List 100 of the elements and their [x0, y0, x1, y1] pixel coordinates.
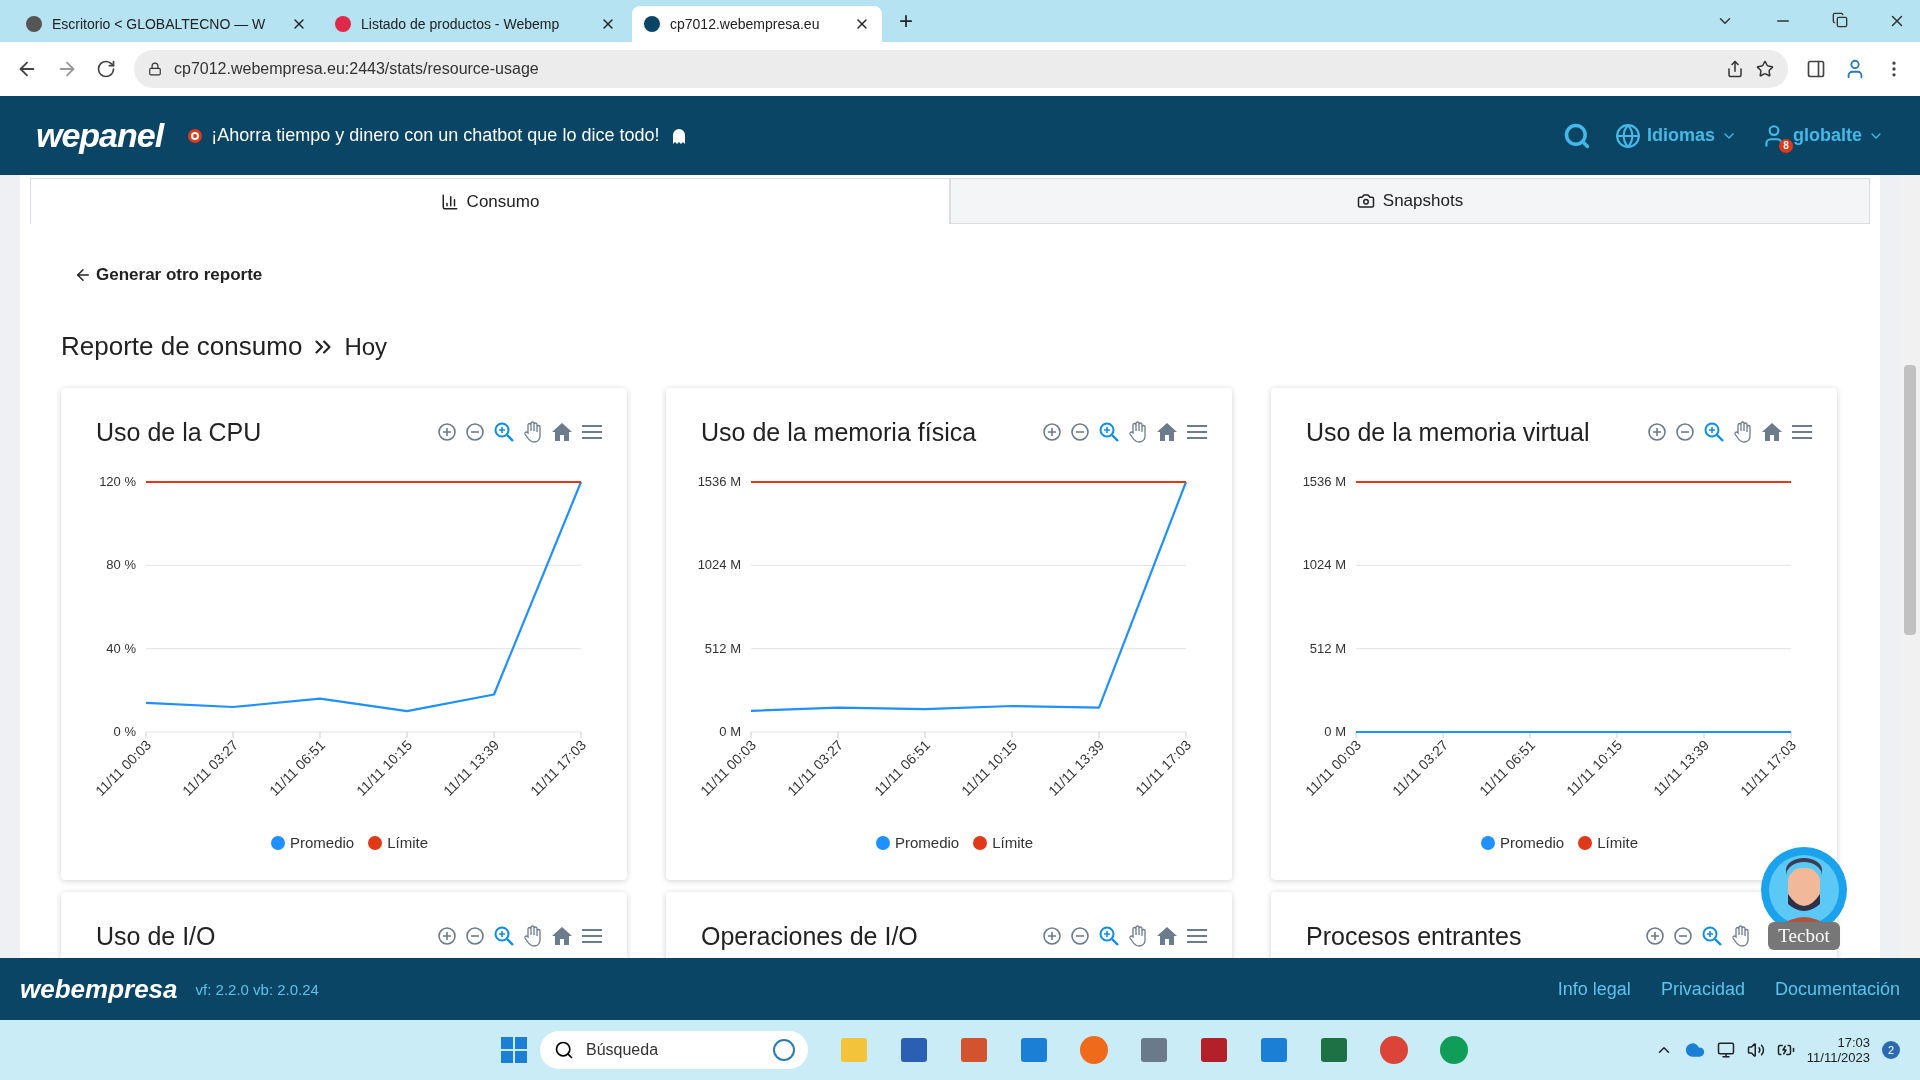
zoom-in-icon[interactable]	[1647, 422, 1667, 442]
axis-label: 1024 M	[1302, 557, 1346, 573]
page-heading: Reporte de consumo	[61, 331, 303, 362]
reload-icon[interactable]	[96, 59, 116, 79]
period-label: Hoy	[344, 332, 388, 361]
axis-label: 0 M	[1324, 724, 1346, 739]
back-link[interactable]: Generar otro reporte	[74, 265, 263, 285]
axis-label: 40 %	[106, 640, 136, 656]
camera-icon	[1356, 192, 1375, 210]
search-field[interactable]: Búsqueda	[540, 1031, 808, 1069]
home-icon[interactable]	[1156, 926, 1178, 946]
footer-link[interactable]: Info legal	[1557, 978, 1631, 1000]
axis-label: 1536 M	[1302, 474, 1346, 489]
hand-icon[interactable]	[523, 421, 543, 443]
browser-tab[interactable]: cp7012.webempresa.eu	[632, 6, 882, 42]
notification-badge: 8	[1779, 138, 1793, 153]
lock-icon	[148, 62, 162, 76]
hand-icon[interactable]	[523, 925, 543, 947]
axis-label: 1536 M	[697, 474, 741, 489]
url-text: cp7012.webempresa.eu:2443/stats/resource-usage	[174, 60, 539, 78]
axis-label: 512 M	[704, 640, 741, 656]
axis-label: 1024 M	[697, 557, 741, 573]
menu-icon[interactable]	[1186, 423, 1208, 441]
chart-title: Procesos entrantes	[1306, 921, 1522, 951]
tab[interactable]: Consumo	[30, 178, 950, 224]
chatbot-label[interactable]: Tecbot	[1768, 922, 1840, 950]
zoom-in-icon[interactable]	[1042, 422, 1062, 442]
tab[interactable]: Snapshots	[950, 178, 1870, 224]
magnifier-icon[interactable]	[1098, 925, 1120, 947]
hand-icon[interactable]	[1128, 421, 1148, 443]
side-panel-icon[interactable]	[1806, 59, 1826, 79]
menu-icon[interactable]	[581, 927, 603, 945]
hand-icon[interactable]	[1733, 421, 1753, 443]
menu-icon[interactable]	[1791, 423, 1813, 441]
zoom-out-icon[interactable]	[465, 422, 485, 442]
restore-icon[interactable]	[1832, 12, 1848, 28]
hand-icon[interactable]	[1731, 925, 1751, 947]
speaker-icon[interactable]	[1746, 1041, 1765, 1059]
search-icon[interactable]	[1562, 121, 1591, 150]
site-icon	[335, 16, 351, 32]
language-menu[interactable]: Idiomas	[1614, 122, 1737, 149]
legend-item[interactable]: Promedio	[270, 834, 355, 851]
notification-badge[interactable]: 2	[1882, 1041, 1900, 1059]
zoom-out-icon[interactable]	[1070, 926, 1090, 946]
chart-title: Uso de I/O	[96, 921, 216, 951]
browser-tab[interactable]: Escritorio < GLOBALTECNO — W	[14, 6, 319, 42]
search-icon	[554, 1040, 574, 1060]
ghost-icon	[671, 126, 688, 145]
zoom-in-icon[interactable]	[437, 926, 457, 946]
site-icon	[26, 16, 42, 32]
zoom-out-icon[interactable]	[1673, 926, 1693, 946]
legend-item[interactable]: Límite	[368, 834, 429, 851]
axis-label: 80 %	[106, 557, 136, 573]
zoom-in-icon[interactable]	[1042, 926, 1062, 946]
bookmark-icon[interactable]	[1756, 60, 1774, 78]
menu-icon[interactable]	[581, 423, 603, 441]
promo-text: ¡Ahorra tiempo y dinero con un chatbot que lo dice todo!	[211, 125, 660, 146]
legend-item[interactable]: Promedio	[875, 834, 960, 851]
network-icon[interactable]	[1716, 1041, 1735, 1059]
magnifier-icon[interactable]	[1703, 421, 1725, 443]
zoom-in-icon[interactable]	[1645, 926, 1665, 946]
assistant-icon[interactable]	[772, 1038, 796, 1062]
axis-label: 512 M	[1309, 640, 1346, 656]
share-icon[interactable]	[1726, 60, 1744, 78]
hand-icon[interactable]	[1128, 925, 1148, 947]
axis-label: 0 M	[719, 724, 741, 739]
axis-label: 0 %	[113, 724, 136, 739]
browser-tab[interactable]: Listado de productos - Webemp	[323, 6, 628, 42]
magnifier-icon[interactable]	[1701, 925, 1723, 947]
home-icon[interactable]	[551, 926, 573, 946]
zoom-out-icon[interactable]	[1070, 422, 1090, 442]
globe-icon	[1614, 122, 1641, 149]
address-bar[interactable]: cp7012.webempresa.eu:2443/stats/resource-usage	[134, 50, 1788, 88]
magnifier-icon[interactable]	[493, 925, 515, 947]
logo: wepanel	[36, 116, 164, 155]
home-icon[interactable]	[1761, 422, 1783, 442]
chart-title: Uso de la CPU	[96, 417, 262, 447]
zoom-out-icon[interactable]	[465, 926, 485, 946]
footer-link[interactable]: Documentación	[1774, 978, 1900, 1000]
legend-item[interactable]: Promedio	[1480, 834, 1565, 851]
new-tab-button[interactable]: +	[886, 3, 926, 39]
menu-icon[interactable]	[1186, 927, 1208, 945]
legend-item[interactable]: Límite	[1578, 834, 1639, 851]
legend-item[interactable]: Límite	[973, 834, 1034, 851]
chart-icon	[440, 192, 459, 211]
chart-title: Operaciones de I/O	[701, 921, 918, 951]
cloud-icon[interactable]	[1684, 1040, 1705, 1060]
date-text: 11/11/2023	[1806, 1050, 1870, 1065]
logo: webempresa	[20, 973, 178, 1005]
windows-logo-icon[interactable]	[500, 1036, 528, 1064]
magnifier-icon[interactable]	[493, 421, 515, 443]
time-text: 17:03	[1837, 1035, 1870, 1050]
zoom-out-icon[interactable]	[1675, 422, 1695, 442]
clock[interactable]: 17:03 11/11/2023	[1806, 1035, 1870, 1065]
home-icon[interactable]	[1156, 422, 1178, 442]
home-icon[interactable]	[551, 422, 573, 442]
footer-link[interactable]: Privacidad	[1660, 978, 1745, 1000]
magnifier-icon[interactable]	[1098, 421, 1120, 443]
version-text: vf: 2.2.0 vb: 2.0.24	[195, 980, 320, 998]
zoom-in-icon[interactable]	[437, 422, 457, 442]
